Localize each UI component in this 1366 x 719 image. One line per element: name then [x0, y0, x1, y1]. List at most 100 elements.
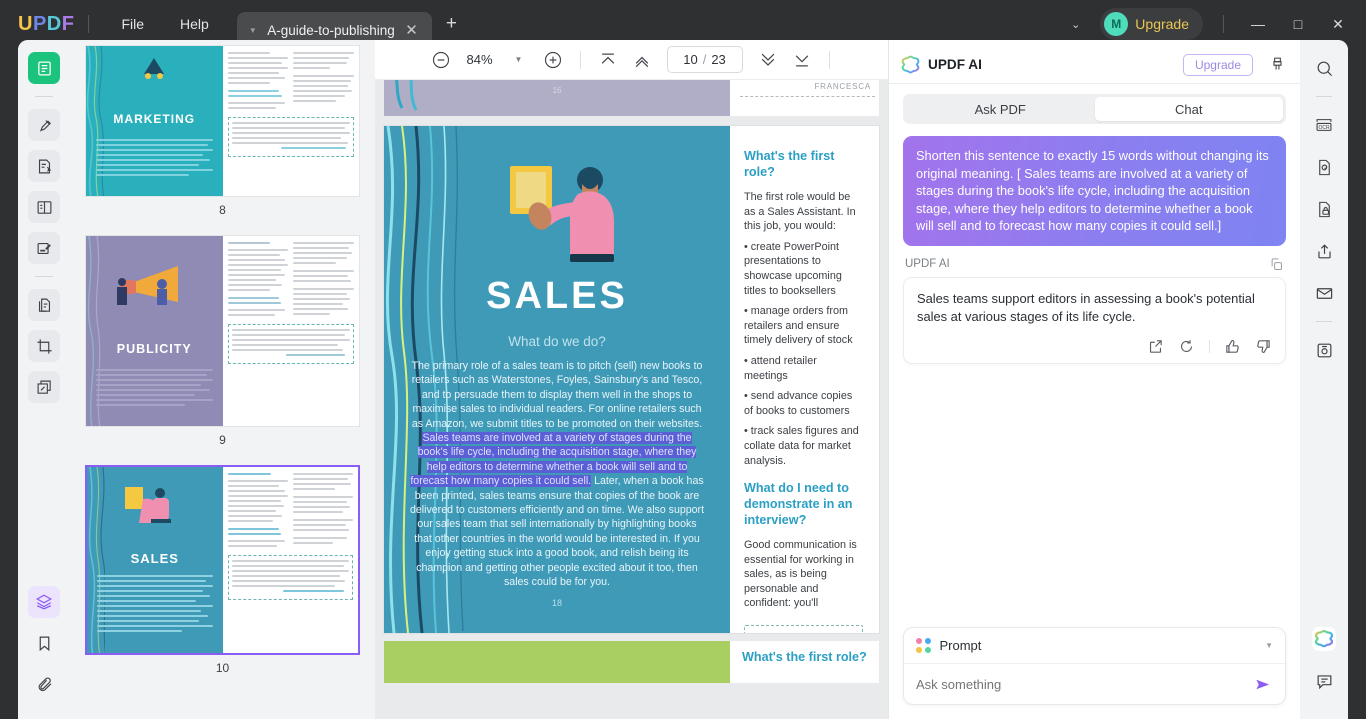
- thumbnail-page-8-left: MARKETING: [86, 46, 223, 196]
- menu-file[interactable]: File: [103, 10, 162, 38]
- clear-chat-icon[interactable]: [1261, 56, 1290, 73]
- export-icon[interactable]: [1147, 338, 1164, 355]
- rail-divider-2: [35, 276, 53, 277]
- ai-message-label: UPDF AI: [905, 258, 950, 270]
- upgrade-label: Upgrade: [1135, 16, 1189, 32]
- new-tab-button[interactable]: +: [446, 13, 457, 35]
- sidebar-highlighter-icon[interactable]: [28, 109, 60, 141]
- pdf-right-bullet: • attend retailer meetings: [744, 354, 817, 382]
- thumbs-up-icon[interactable]: [1224, 338, 1241, 355]
- thumbnail-panel[interactable]: MARKETING 8 PUBLICITY 9 SALES 10: [70, 40, 375, 719]
- ai-input-row: [904, 664, 1285, 704]
- share-icon[interactable]: [1308, 235, 1340, 267]
- right-rail-divider-2: [1316, 321, 1332, 322]
- tab-close-icon[interactable]: ✕: [399, 21, 424, 39]
- thumbnail-page-9-lines: [96, 369, 213, 409]
- convert-file-icon[interactable]: [1308, 151, 1340, 183]
- search-icon[interactable]: [1308, 52, 1340, 84]
- regenerate-icon[interactable]: [1178, 338, 1195, 355]
- protect-icon[interactable]: [1308, 193, 1340, 225]
- thumbnail-page-10[interactable]: SALES: [85, 465, 360, 655]
- page-number-input[interactable]: 10 / 23: [666, 46, 743, 73]
- ocr-icon[interactable]: OCR: [1308, 109, 1340, 141]
- pdf-page-spread[interactable]: SALES What do we do? The primary role of…: [384, 126, 879, 633]
- window-minimize-button[interactable]: —: [1238, 16, 1278, 32]
- thumbnail-page-10-title: SALES: [130, 550, 179, 566]
- ai-upgrade-button[interactable]: Upgrade: [1182, 53, 1253, 76]
- chevron-down-icon[interactable]: ▼: [1265, 641, 1273, 650]
- right-toolbar: OCR: [1300, 40, 1348, 719]
- pdf-right-intro: The first role would be as a Sales Assis…: [744, 191, 856, 233]
- ai-panel-title: UPDF AI: [928, 57, 982, 72]
- sidebar-fill-sign-icon[interactable]: [28, 232, 60, 264]
- tab-chat[interactable]: Chat: [1094, 97, 1283, 121]
- save-icon[interactable]: [1308, 334, 1340, 366]
- zoom-dropdown-caret-icon[interactable]: ▼: [504, 46, 534, 74]
- sidebar-reader-icon[interactable]: [28, 52, 60, 84]
- zoom-level-value[interactable]: 84%: [460, 52, 500, 67]
- thumbnail-page-10-right: [222, 467, 358, 653]
- avatar[interactable]: M: [1104, 12, 1129, 36]
- thumbnail-page-8[interactable]: MARKETING: [85, 45, 360, 197]
- ai-message-text: Sales teams support editors in assessing…: [917, 290, 1255, 324]
- sidebar-page-tools-icon[interactable]: [28, 191, 60, 223]
- sidebar-convert-icon[interactable]: [28, 289, 60, 321]
- pdf-page-body: The primary role of a sales team is to p…: [384, 349, 730, 590]
- pdf-right-quote-box: In sales we get to go on the full journe…: [744, 625, 863, 633]
- zoom-in-button[interactable]: [538, 46, 568, 74]
- sidebar-edit-pdf-icon[interactable]: [28, 150, 60, 182]
- previous-page-button[interactable]: [627, 46, 657, 74]
- ai-chat-history[interactable]: Shorten this sentence to exactly 15 word…: [889, 124, 1300, 627]
- tab-caret-icon[interactable]: ▼: [249, 26, 257, 35]
- sidebar-bookmark-icon[interactable]: [28, 627, 60, 659]
- comment-bubble-icon[interactable]: [1308, 665, 1340, 697]
- sidebar-layers-icon[interactable]: [28, 586, 60, 618]
- chevron-down-icon[interactable]: ⌄: [1057, 10, 1094, 39]
- pdf-page-title: SALES: [486, 275, 628, 317]
- sidebar-attachment-icon[interactable]: [28, 668, 60, 700]
- next-page-right: What's the first role?: [730, 641, 879, 683]
- ai-panel: UPDF AI Upgrade Ask PDF Chat Shorten thi…: [888, 40, 1300, 719]
- copy-icon[interactable]: [1269, 257, 1284, 272]
- previous-page-preview: 16 FRANCESCA: [384, 80, 879, 116]
- thumbnail-page-10-quote: [227, 555, 353, 600]
- thumbnail-page-10-lines: [97, 574, 213, 635]
- window-maximize-button[interactable]: □: [1278, 16, 1318, 32]
- tab-ask-pdf[interactable]: Ask PDF: [906, 97, 1095, 121]
- send-button[interactable]: [1254, 675, 1273, 694]
- tab-title: A-guide-to-publishing: [267, 22, 395, 38]
- thumbnail-page-10-number: 10: [215, 661, 230, 675]
- thumbnail-page-9-number: 9: [219, 433, 226, 447]
- thumbnail-item[interactable]: MARKETING 8: [70, 45, 375, 235]
- actions-divider: [1209, 339, 1210, 353]
- document-viewer: 84% ▼ 10 / 23 16 FRANCESCA SALES What do…: [375, 40, 888, 719]
- sidebar-crop-icon[interactable]: [28, 330, 60, 362]
- toolbar-divider-1: [579, 50, 581, 69]
- email-icon[interactable]: [1308, 277, 1340, 309]
- thumbs-down-icon[interactable]: [1255, 338, 1272, 355]
- previous-page-number: 16: [552, 86, 562, 95]
- menu-help[interactable]: Help: [162, 10, 227, 38]
- next-page-button[interactable]: [753, 46, 783, 74]
- prompt-mode-selector[interactable]: Prompt ▼: [904, 628, 1285, 664]
- ask-input[interactable]: [916, 676, 1254, 692]
- document-canvas[interactable]: 16 FRANCESCA SALES What do we do? The pr…: [375, 80, 888, 719]
- right-rail-divider: [1316, 96, 1332, 97]
- last-page-button[interactable]: [787, 46, 817, 74]
- right-toolbar-bottom: [1308, 623, 1340, 719]
- upgrade-button[interactable]: M Upgrade: [1100, 8, 1203, 40]
- pdf-right-bullet: • send advance copies of books to custom…: [744, 390, 853, 417]
- thumbnail-item[interactable]: PUBLICITY 9: [70, 235, 375, 465]
- previous-page-quote-sign: FRANCESCA: [814, 82, 871, 91]
- thumbnail-page-9[interactable]: PUBLICITY: [85, 235, 360, 427]
- thumbnail-item[interactable]: SALES 10: [70, 465, 375, 693]
- sidebar-batch-icon[interactable]: [28, 371, 60, 403]
- updf-ai-icon[interactable]: [1308, 623, 1340, 655]
- pdf-page-right: What's the first role? The first role wo…: [730, 126, 879, 633]
- pdf-right-bullet: • create PowerPoint presentations to sho…: [744, 240, 842, 297]
- first-page-button[interactable]: [593, 46, 623, 74]
- zoom-out-button[interactable]: [426, 46, 456, 74]
- titlebar-right-group: ⌄ M Upgrade — □ ✕: [1057, 8, 1366, 40]
- total-pages-value: 23: [711, 52, 726, 67]
- window-close-button[interactable]: ✕: [1318, 16, 1358, 33]
